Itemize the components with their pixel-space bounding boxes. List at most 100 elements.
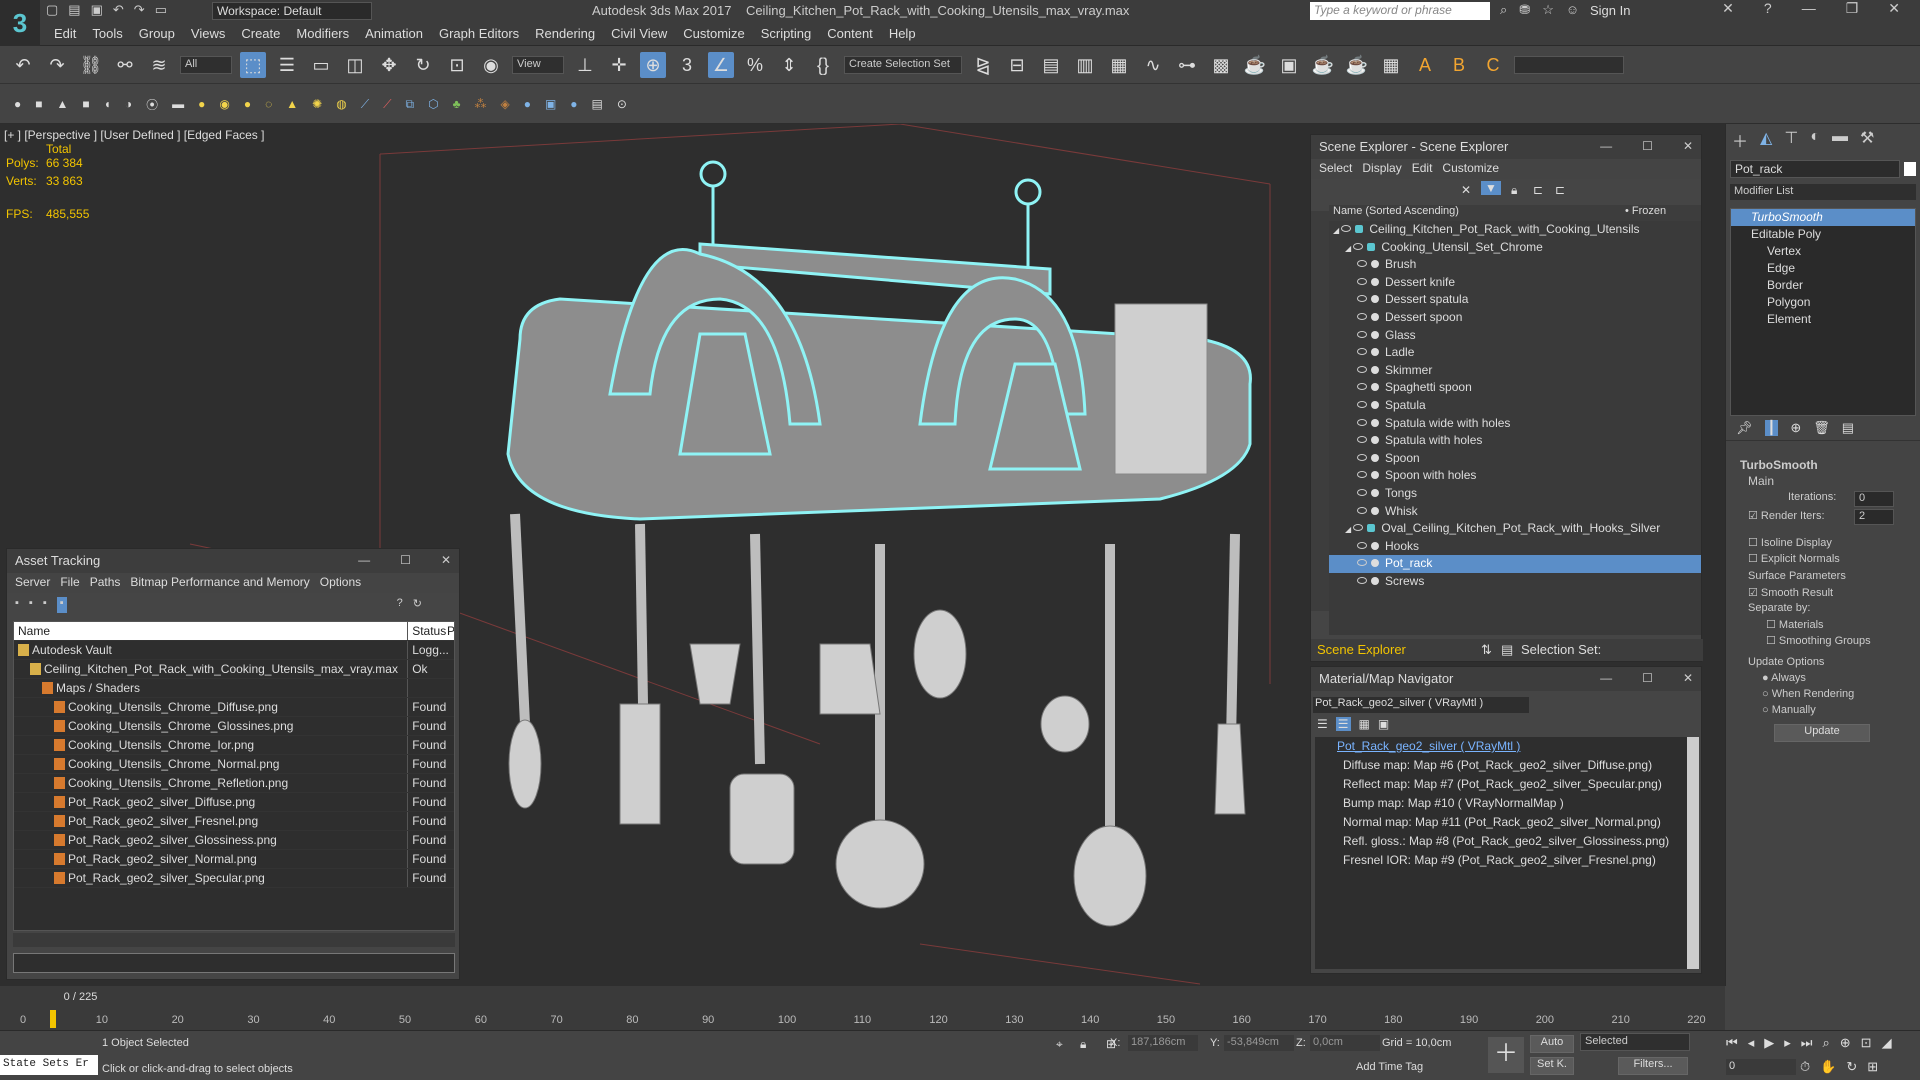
- torus-icon[interactable]: ⦿: [146, 96, 158, 113]
- snap-toggle-icon[interactable]: 3: [674, 52, 700, 78]
- visibility-eye-icon[interactable]: [1353, 524, 1364, 532]
- expand-icon[interactable]: ⊏: [1555, 183, 1565, 197]
- scene-tree-row[interactable]: Spatula wide with holes: [1329, 415, 1701, 433]
- isoline-display-checkbox[interactable]: ☐ Isoline Display: [1748, 536, 1832, 549]
- visibility-eye-icon[interactable]: [1357, 312, 1367, 320]
- scene-menu-item[interactable]: Select: [1319, 161, 1352, 177]
- column-header-frozen[interactable]: • Frozen: [1625, 205, 1666, 217]
- visibility-eye-icon[interactable]: [1357, 260, 1367, 268]
- rendered-frame-window-icon[interactable]: ▣: [1276, 52, 1302, 78]
- show-end-result-icon[interactable]: ┃: [1764, 420, 1779, 436]
- curve-editor-icon[interactable]: ∿: [1140, 52, 1166, 78]
- angle-snap-icon[interactable]: ∠: [708, 52, 734, 78]
- material-root[interactable]: Pot_Rack_geo2_silver ( VRayMtl ): [1315, 737, 1699, 756]
- material-map-row[interactable]: Bump map: Map #10 ( VRayNormalMap ): [1315, 794, 1699, 813]
- material-map-row[interactable]: Fresnel IOR: Map #9 (Pot_Rack_geo2_silve…: [1315, 851, 1699, 870]
- go-to-end-icon[interactable]: ⏭: [1801, 1035, 1813, 1051]
- visibility-eye-icon[interactable]: [1357, 453, 1367, 461]
- lock-icon[interactable]: 🔒︎: [1511, 183, 1517, 198]
- asset-row[interactable]: Cooking_Utensils_Chrome_Refletion.png Fou…: [14, 774, 454, 793]
- visibility-eye-icon[interactable]: [1357, 418, 1367, 426]
- render-iters-checkbox[interactable]: ☑ Render Iters:: [1748, 509, 1825, 522]
- play-icon[interactable]: ▶: [1764, 1035, 1774, 1051]
- settings-icon[interactable]: ⊙: [617, 97, 627, 111]
- material-map-row[interactable]: Normal map: Map #11 (Pot_Rack_geo2_silve…: [1315, 813, 1699, 832]
- menu-item[interactable]: Create: [233, 26, 288, 41]
- visibility-eye-icon[interactable]: [1357, 506, 1367, 514]
- zoom-extents-icon[interactable]: ⊡: [1861, 1035, 1872, 1051]
- menu-item[interactable]: Edit: [46, 26, 84, 41]
- vray-a-icon[interactable]: A: [1412, 52, 1438, 78]
- zoom-all-icon[interactable]: ⊕: [1840, 1035, 1851, 1051]
- clear-filter-icon[interactable]: ✕: [1461, 183, 1471, 197]
- visibility-eye-icon[interactable]: [1357, 471, 1367, 479]
- asset-row[interactable]: Pot_Rack_geo2_silver_Normal.png Found: [14, 850, 454, 869]
- schematic-view-icon[interactable]: ⊶: [1174, 52, 1200, 78]
- scene-menu-item[interactable]: Display: [1362, 161, 1401, 177]
- scale-icon[interactable]: ⊡: [444, 52, 470, 78]
- scene-tree-row[interactable]: Glass: [1329, 327, 1701, 345]
- user-icon[interactable]: ☺: [1566, 2, 1579, 18]
- maximize-icon[interactable]: ☐: [1642, 671, 1653, 685]
- visibility-eye-icon[interactable]: [1357, 436, 1367, 444]
- pivot-center-icon[interactable]: ⊥: [572, 52, 598, 78]
- sign-in-link[interactable]: Sign In: [1590, 3, 1630, 18]
- visibility-eye-icon[interactable]: [1357, 330, 1367, 338]
- asset-row[interactable]: Pot_Rack_geo2_silver_Glossiness.png Found: [14, 831, 454, 850]
- set-key-plus-icon[interactable]: ＋: [1488, 1037, 1524, 1073]
- minimize-icon[interactable]: —: [1600, 671, 1612, 685]
- turbosmooth-rollout-title[interactable]: TurboSmooth: [1740, 458, 1818, 472]
- iterations-spinner[interactable]: 0: [1854, 491, 1894, 507]
- binoculars-icon[interactable]: ⌕: [1500, 2, 1507, 18]
- light-b-icon[interactable]: ◉: [219, 97, 229, 111]
- asset-menu-item[interactable]: Paths: [90, 575, 121, 591]
- utilities-tab-icon[interactable]: ⚒: [1860, 128, 1874, 147]
- selection-lock-icon[interactable]: 🔒︎: [1080, 1037, 1086, 1052]
- mirror-icon[interactable]: ⧎: [970, 52, 996, 78]
- undo-icon[interactable]: ↶: [113, 2, 124, 18]
- select-manipulate-icon[interactable]: ✛: [606, 52, 632, 78]
- visibility-eye-icon[interactable]: [1357, 295, 1367, 303]
- view-small-icons-icon[interactable]: ▦: [1359, 717, 1370, 731]
- expand-arrow-icon[interactable]: ◢: [1345, 525, 1353, 534]
- time-slider[interactable]: 0 / 225: [8, 988, 153, 1006]
- visibility-eye-icon[interactable]: [1357, 277, 1367, 285]
- light-a-icon[interactable]: ●: [198, 97, 205, 111]
- scene-tree-row[interactable]: Dessert spoon: [1329, 309, 1701, 327]
- orbit-icon[interactable]: ↻: [1846, 1059, 1857, 1075]
- refresh-icon[interactable]: ↻: [413, 597, 422, 613]
- render-setup-icon[interactable]: ☕: [1242, 52, 1268, 78]
- modifier-stack-item[interactable]: TurboSmooth: [1731, 209, 1915, 226]
- next-frame-icon[interactable]: ▸: [1784, 1035, 1791, 1051]
- layer-icon[interactable]: ▤: [1501, 642, 1513, 658]
- select-by-name-icon[interactable]: ☰: [274, 52, 300, 78]
- spinner-snap-icon[interactable]: ⇕: [776, 52, 802, 78]
- explicit-normals-checkbox[interactable]: ☐ Explicit Normals: [1748, 552, 1840, 565]
- asset-menu-item[interactable]: Options: [320, 575, 361, 591]
- scene-menu-item[interactable]: Edit: [1412, 161, 1433, 177]
- exchange-icon[interactable]: ✕: [1722, 0, 1734, 17]
- minimize-icon[interactable]: —: [1802, 0, 1816, 17]
- x-coordinate[interactable]: 187,186cm: [1128, 1035, 1198, 1051]
- asset-row[interactable]: Cooking_Utensils_Chrome_Normal.png Found: [14, 755, 454, 774]
- scene-tree-row[interactable]: ◢ Cooking_Utensil_Set_Chrome: [1329, 239, 1701, 257]
- sphere-icon[interactable]: ■: [82, 97, 89, 111]
- scene-tree-row[interactable]: Spaghetti spoon: [1329, 379, 1701, 397]
- y-coordinate[interactable]: -53,849cm: [1224, 1035, 1294, 1051]
- track-bar[interactable]: 0 10 20 30 40 50 60 70 80 90 100 110 120 130 140 150 160…: [20, 1014, 1710, 1028]
- render-production-icon[interactable]: ☕: [1310, 52, 1336, 78]
- menu-item[interactable]: Scripting: [753, 26, 820, 41]
- key-filters-button[interactable]: Filters...: [1618, 1057, 1688, 1075]
- menu-item[interactable]: Views: [183, 26, 233, 41]
- move-icon[interactable]: ✥: [376, 52, 402, 78]
- mat-b-icon[interactable]: ▣: [545, 97, 556, 111]
- app-logo[interactable]: 3: [0, 0, 40, 46]
- teapot-icon[interactable]: ●: [14, 97, 21, 111]
- scene-tree-row[interactable]: Dessert spatula: [1329, 291, 1701, 309]
- mat-a-icon[interactable]: ●: [524, 97, 531, 111]
- horizontal-scrollbar[interactable]: [1329, 621, 1701, 635]
- material-map-row[interactable]: Refl. gloss.: Map #8 (Pot_Rack_geo2_silv…: [1315, 832, 1699, 851]
- close-icon[interactable]: ✕: [1888, 0, 1900, 17]
- helper-a-icon[interactable]: ⟋: [361, 97, 369, 112]
- menu-item[interactable]: Modifiers: [288, 26, 357, 41]
